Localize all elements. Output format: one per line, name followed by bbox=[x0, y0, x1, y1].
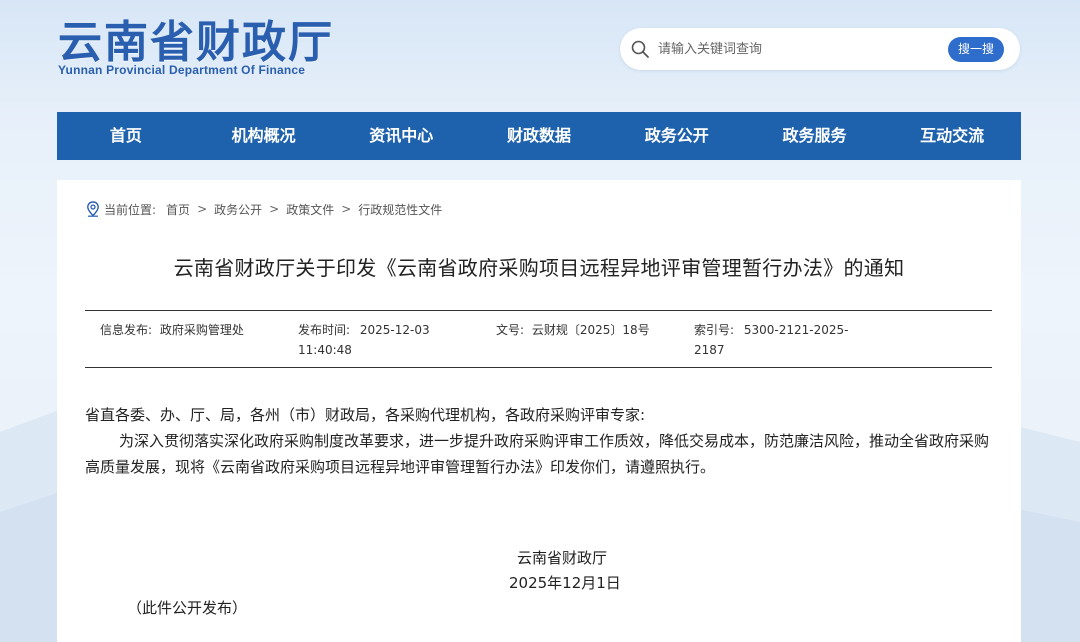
meta-time-date: 2025-12-03 bbox=[359, 323, 430, 337]
breadcrumb: 当前位置: 首页 > 政务公开 > 政策文件 > 行政规范性文件 bbox=[86, 200, 442, 218]
nav-item-interaction[interactable]: 互动交流 bbox=[883, 112, 1021, 160]
breadcrumb-item-policy-documents[interactable]: 政策文件 bbox=[286, 201, 334, 218]
meta-doc-no-value: 云财规〔2025〕18号 bbox=[531, 323, 650, 337]
article-title: 云南省财政厅关于印发《云南省政府采购项目远程异地评审管理暂行办法》的通知 bbox=[173, 256, 905, 280]
breadcrumb-label: 当前位置: bbox=[104, 202, 157, 217]
breadcrumb-separator: > bbox=[269, 202, 280, 216]
breadcrumb-separator: > bbox=[341, 202, 352, 216]
signature-date: 2025年12月1日 bbox=[509, 574, 621, 592]
article-panel: 当前位置: 首页 > 政务公开 > 政策文件 > 行政规范性文件 云南省财政厅关… bbox=[57, 180, 1021, 642]
site-logo-title[interactable]: 云南省财政厅 bbox=[58, 6, 334, 70]
meta-time-label: 发布时间: bbox=[298, 323, 351, 337]
main-nav: 首页 机构概况 资讯中心 财政数据 政务公开 政务服务 互动交流 bbox=[57, 112, 1021, 160]
nav-item-news[interactable]: 资讯中心 bbox=[332, 112, 470, 160]
nav-item-government-affairs[interactable]: 政务公开 bbox=[608, 112, 746, 160]
publish-note: （此件公开发布） bbox=[127, 599, 248, 617]
breadcrumb-item-home[interactable]: 首页 bbox=[166, 201, 190, 218]
search-button[interactable]: 搜一搜 bbox=[948, 37, 1004, 62]
nav-item-finance-data[interactable]: 财政数据 bbox=[470, 112, 608, 160]
meta-time-clock: 11:40:48 bbox=[298, 343, 352, 357]
meta-divider-bottom bbox=[85, 367, 992, 368]
article-salutation: 省直各委、办、厅、局，各州（市）财政局，各采购代理机构，各政府采购评审专家: bbox=[85, 406, 646, 424]
search-input[interactable] bbox=[658, 36, 938, 62]
site-logo-subtitle: Yunnan Provincial Department Of Finance bbox=[58, 63, 306, 77]
meta-divider-top bbox=[85, 310, 992, 311]
signature-organization: 云南省财政厅 bbox=[517, 549, 608, 567]
search-icon bbox=[631, 40, 649, 58]
meta-publisher-label: 信息发布: bbox=[100, 323, 153, 337]
article-body: 省直各委、办、厅、局，各州（市）财政局，各采购代理机构，各政府采购评审专家: 为… bbox=[85, 402, 993, 480]
nav-item-organization[interactable]: 机构概况 bbox=[195, 112, 333, 160]
nav-item-government-services[interactable]: 政务服务 bbox=[746, 112, 884, 160]
meta-index-value-2: 2187 bbox=[694, 343, 725, 357]
article-paragraph: 为深入贯彻落实深化政府采购制度改革要求，进一步提升政府采购评审工作质效，降低交易… bbox=[85, 432, 990, 476]
meta-doc-number: 文号: 云财规〔2025〕18号 bbox=[496, 320, 650, 340]
nav-item-home[interactable]: 首页 bbox=[57, 112, 195, 160]
breadcrumb-separator: > bbox=[197, 202, 208, 216]
site-header: 云南省财政厅 Yunnan Provincial Department Of F… bbox=[0, 0, 1080, 110]
meta-publish-time: 发布时间: 2025-12-03 11:40:48 bbox=[298, 320, 430, 360]
meta-doc-no-label: 文号: bbox=[496, 323, 525, 337]
search-box: 搜一搜 bbox=[620, 28, 1020, 70]
meta-publisher: 信息发布: 政府采购管理处 bbox=[100, 320, 244, 340]
meta-index-number: 索引号: 5300-2121-2025- 2187 bbox=[694, 320, 848, 360]
breadcrumb-item-normative-documents[interactable]: 行政规范性文件 bbox=[358, 201, 442, 218]
breadcrumb-item-government-affairs[interactable]: 政务公开 bbox=[214, 201, 262, 218]
meta-publisher-value: 政府采购管理处 bbox=[159, 323, 244, 337]
location-pin-icon bbox=[87, 201, 99, 217]
meta-index-value-1: 5300-2121-2025- bbox=[743, 323, 849, 337]
meta-index-label: 索引号: bbox=[694, 323, 735, 337]
